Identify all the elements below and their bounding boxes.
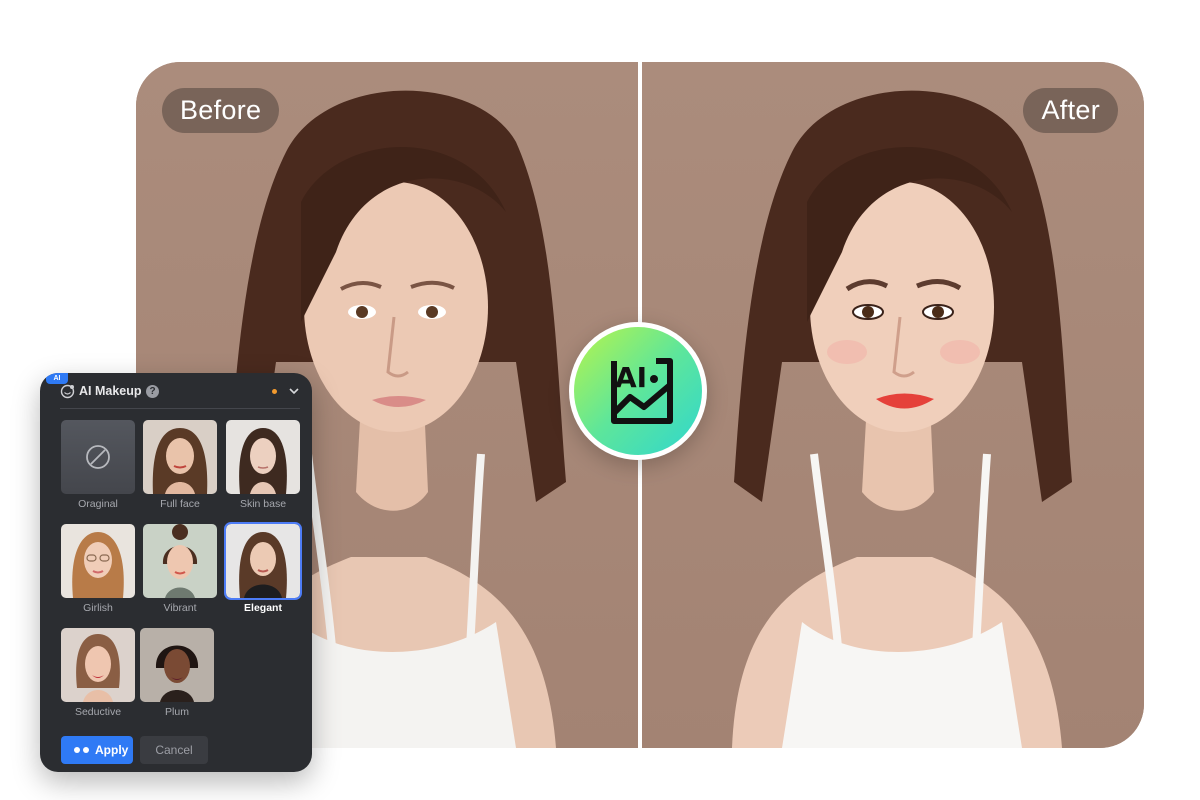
panel-header: AI Makeup ? [40,373,312,409]
style-label: Seductive [74,706,122,718]
ai-badge: AI [569,322,707,460]
style-thumbnail [226,420,300,494]
loading-dots-icon [74,747,90,753]
style-option-seductive[interactable]: Seductive [61,628,135,724]
style-preview-image [61,628,135,702]
style-option-skin-base[interactable]: Skin base [226,420,300,516]
apply-button-label: Apply [95,743,129,757]
style-thumbnail-selected [224,522,302,600]
style-option-girlish[interactable]: Girlish [61,524,135,620]
chevron-down-icon[interactable] [288,385,300,397]
style-preview-image [140,628,214,702]
style-preview-image [143,524,217,598]
style-option-plum[interactable]: Plum [140,628,214,724]
style-label-selected: Elegant [244,602,282,614]
apply-button[interactable]: Apply [61,736,133,764]
before-label: Before [162,88,280,133]
style-thumbnail [61,628,135,702]
ai-badge-circle: AI [574,327,702,455]
style-label: Vibrant [163,602,197,614]
no-effect-icon [86,445,110,469]
ai-makeup-panel: AI AI Makeup ? Oraginal Full face Skin b… [40,373,312,772]
style-thumbnail [140,628,214,702]
ai-badge-text: AI [615,361,647,394]
style-thumbnail [61,420,135,494]
style-thumbnail [143,420,217,494]
style-preview-image [226,420,300,494]
help-icon[interactable]: ? [146,385,159,398]
style-thumbnail [61,524,135,598]
style-thumbnail [143,524,217,598]
style-preview-image [226,524,300,598]
panel-divider [60,408,300,409]
cancel-button[interactable]: Cancel [140,736,208,764]
style-label: Girlish [83,602,113,614]
style-label: Plum [165,706,189,718]
makeup-face-icon [60,384,75,399]
style-preview-image [61,524,135,598]
style-option-original[interactable]: Oraginal [61,420,135,516]
panel-title: AI Makeup [79,384,142,398]
ai-image-icon: AI [611,358,673,424]
style-label: Full face [160,498,200,510]
status-dot [272,389,277,394]
style-option-full-face[interactable]: Full face [143,420,217,516]
style-option-elegant[interactable]: Elegant [224,522,302,620]
style-option-vibrant[interactable]: Vibrant [143,524,217,620]
after-portrait [732,90,1072,748]
style-label: Skin base [239,498,287,510]
after-pane: After [642,62,1144,748]
style-preview-image [143,420,217,494]
style-label: Oraginal [78,498,118,510]
after-label: After [1023,88,1118,133]
